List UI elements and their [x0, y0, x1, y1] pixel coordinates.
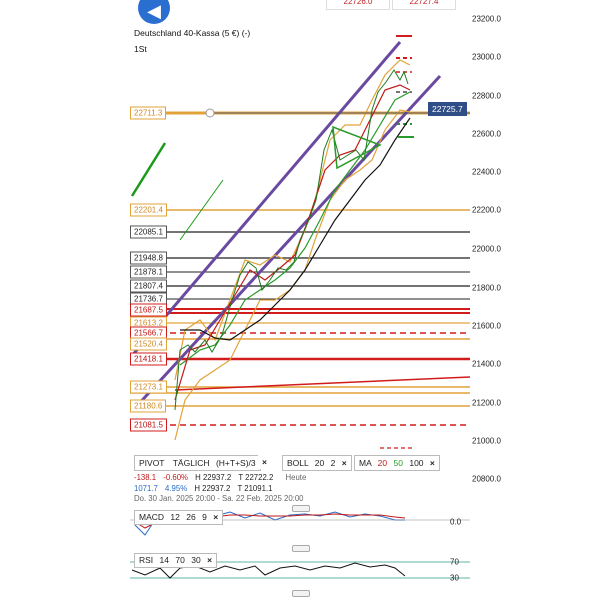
range-low: T 21091.1 [237, 484, 273, 493]
date-range: Do. 30 Jan. 2025 20:00 - Sa. 22 Feb. 202… [134, 494, 304, 503]
drag-handle [205, 108, 215, 118]
level-label[interactable]: 22085.1 [130, 225, 167, 239]
resize-handle[interactable] [292, 590, 310, 597]
price-axis-label: 20800.0 [472, 474, 501, 484]
level-label[interactable]: 21180.6 [130, 399, 167, 413]
instrument-title: Deutschland 40-Kassa (5 €) (-) [134, 28, 251, 38]
bid-tab[interactable]: 22726.0 [326, 0, 390, 10]
macd-axis-label: 0.0 [450, 517, 462, 527]
close-icon[interactable]: × [262, 457, 267, 467]
stats-range: 1071.7 4.95% H 22937.2 T 21091.1 [134, 484, 272, 493]
ma-20 [174, 84, 411, 401]
pivot-close[interactable]: × [258, 455, 267, 469]
ask-tab[interactable]: 22727.4 [392, 0, 456, 10]
level-label[interactable]: 21878.1 [130, 265, 167, 279]
close-icon[interactable]: × [213, 512, 218, 522]
rsi-axis-70: 70 [450, 557, 459, 567]
change-pct: -0.60% [163, 473, 188, 482]
pivot-indicator-chip[interactable]: PIVOT TÄGLICH (H+T+S)/3 [134, 455, 261, 471]
back-arrow-icon: ◀ [147, 1, 161, 21]
level-label[interactable]: 22711.3 [130, 106, 167, 120]
price-axis-label: 23000.0 [472, 52, 501, 62]
pivot-params: (H+T+S)/3 [215, 458, 256, 468]
range-change-abs: 1071.7 [134, 484, 158, 493]
stats-today: -138.1 -0.60% H 22937.2 T 22722.2 Heute [134, 473, 306, 482]
ma-indicator-chip[interactable]: MA 20 50 100 × [354, 455, 440, 471]
level-label[interactable]: 21081.5 [130, 418, 167, 432]
level-label[interactable]: 22201.4 [130, 203, 167, 217]
resize-handle[interactable] [292, 505, 310, 512]
macd-p3: 9 [202, 512, 207, 522]
ma-100-value: 100 [409, 458, 424, 468]
price-axis-label: 22800.0 [472, 91, 501, 101]
boll-period: 20 [314, 458, 325, 468]
level-label[interactable]: 21687.5 [130, 303, 167, 317]
bollinger-lower [174, 109, 411, 441]
price-axis-label: 23200.0 [472, 14, 501, 24]
close-icon[interactable]: × [342, 458, 347, 468]
pivot-label: PIVOT [139, 458, 165, 468]
macd-label: MACD [139, 512, 165, 522]
range-change-pct: 4.95% [165, 484, 188, 493]
day-low: T 22722.2 [238, 473, 274, 482]
change-abs: -138.1 [134, 473, 157, 482]
boll-label: BOLL [287, 458, 309, 468]
day-high: H 22937.2 [195, 473, 232, 482]
macd-chip[interactable]: MACD 12 26 9 × [134, 510, 224, 525]
macd-p1: 12 [170, 512, 180, 522]
rsi-p3: 30 [191, 555, 201, 565]
price-axis-label: 21600.0 [472, 321, 501, 331]
price-axis-label: 21000.0 [472, 436, 501, 446]
ma-50-value: 50 [393, 458, 403, 468]
pivot-mode: TÄGLICH [172, 458, 210, 468]
price-axis-label: 21200.0 [472, 398, 501, 408]
level-label[interactable]: 21520.4 [130, 337, 167, 351]
chart-app: ◀ 22726.0 22727.4 Deutschland 40-Kassa (… [0, 0, 600, 600]
price-axis-label: 21400.0 [472, 359, 501, 369]
price-axis-label: 22400.0 [472, 167, 501, 177]
rsi-axis-30: 30 [450, 573, 459, 583]
range-high: H 22937.2 [194, 484, 231, 493]
channel-upper [130, 41, 402, 359]
rsi-chip[interactable]: RSI 14 70 30 × [134, 553, 218, 568]
ma-50 [179, 91, 411, 366]
level-label[interactable]: 21807.4 [130, 279, 167, 293]
trendline [130, 142, 167, 197]
ma-label: MA [359, 458, 372, 468]
resize-handle[interactable] [292, 545, 310, 552]
price-axis-label: 22000.0 [472, 244, 501, 254]
price-axis-label: 22600.0 [472, 129, 501, 139]
close-icon[interactable]: × [207, 555, 212, 565]
price-axis-label: 21800.0 [472, 283, 501, 293]
trendline [174, 376, 470, 391]
level-label[interactable]: 21948.8 [130, 251, 167, 265]
level-label[interactable]: 21273.1 [130, 380, 167, 394]
boll-dev: 2 [330, 458, 336, 468]
level-label[interactable]: 21418.1 [130, 352, 167, 366]
rsi-label: RSI [139, 555, 154, 565]
timeframe-label[interactable]: 1St [134, 44, 147, 54]
rsi-p1: 14 [159, 555, 170, 565]
ma-20-value: 20 [377, 458, 388, 468]
macd-p2: 26 [186, 512, 196, 522]
close-icon[interactable]: × [430, 458, 435, 468]
period-label: Heute [285, 473, 307, 482]
boll-indicator-chip[interactable]: BOLL 20 2 × [282, 455, 352, 471]
rsi-p2: 70 [175, 555, 185, 565]
price-axis-label: 22200.0 [472, 205, 501, 215]
bollinger-upper [174, 59, 411, 381]
current-price-badge: 22725.7 [428, 102, 467, 116]
